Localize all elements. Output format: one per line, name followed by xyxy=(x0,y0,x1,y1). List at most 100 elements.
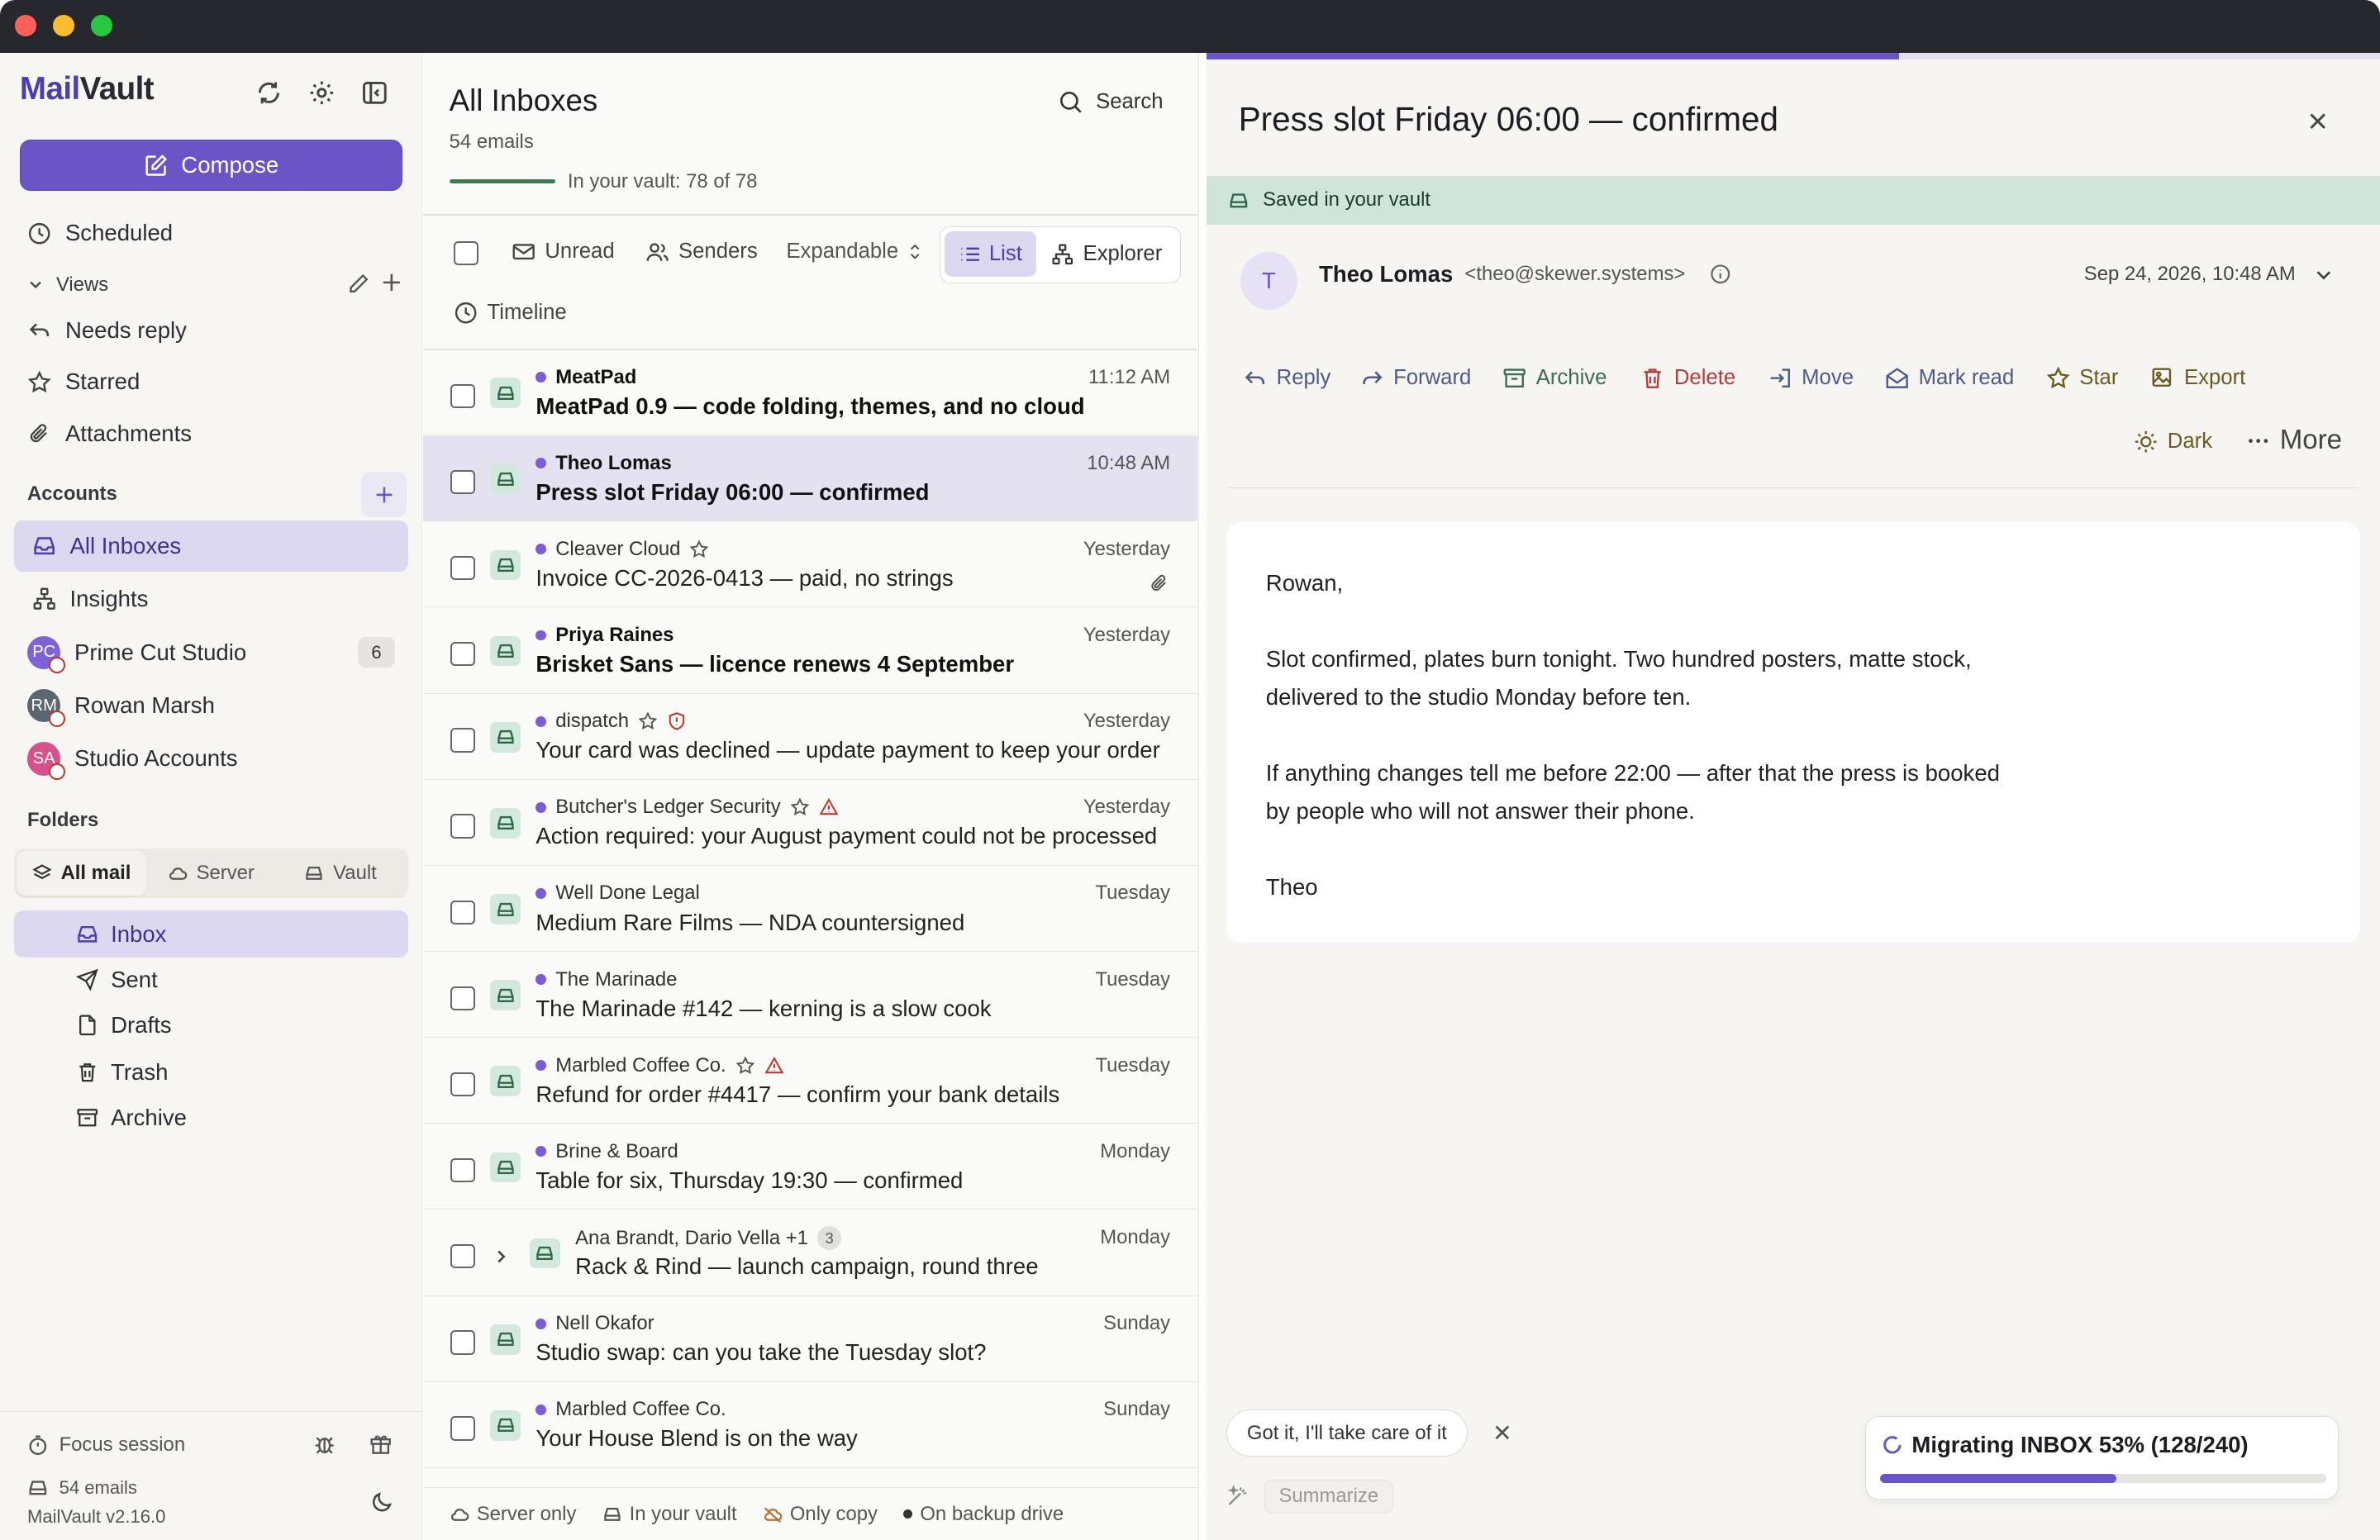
export-button[interactable]: Export xyxy=(2151,366,2245,390)
folder-trash[interactable]: Trash xyxy=(76,1059,168,1086)
add-view-icon[interactable] xyxy=(381,272,402,293)
row-checkbox[interactable] xyxy=(450,814,475,839)
view-explorer-button[interactable]: Explorer xyxy=(1051,231,1162,277)
minimize-window-button[interactable] xyxy=(53,15,74,37)
row-checkbox[interactable] xyxy=(450,642,475,667)
message-row[interactable]: Nell Okafor Studio swap: can you take the… xyxy=(423,1296,1198,1382)
folder-sent[interactable]: Sent xyxy=(75,967,158,993)
filter-unread[interactable]: Unread xyxy=(512,240,615,264)
row-checkbox[interactable] xyxy=(450,986,475,1011)
edit-views-icon[interactable] xyxy=(346,272,370,296)
tab-all-mail[interactable]: All mail xyxy=(17,851,146,896)
sidebar-account-prime-cut[interactable]: PC Prime Cut Studio xyxy=(27,635,246,674)
sidebar-account-studio-accounts[interactable]: SA Studio Accounts xyxy=(27,742,238,781)
sidebar-item-needs-reply[interactable]: Needs reply xyxy=(27,317,187,344)
folder-inbox[interactable]: Inbox xyxy=(76,921,166,948)
star-icon[interactable] xyxy=(689,539,709,559)
row-sender: Cleaver Cloud xyxy=(536,538,709,561)
sidebar-item-attachments[interactable]: Attachments xyxy=(27,421,192,447)
sidebar-item-starred[interactable]: Starred xyxy=(27,368,140,395)
maximize-window-button[interactable] xyxy=(91,15,112,37)
sidebar-item-all-inboxes[interactable]: All Inboxes xyxy=(32,533,181,559)
chevron-down-icon[interactable] xyxy=(2313,264,2335,286)
row-subject: Brisket Sans — licence renews 4 Septembe… xyxy=(536,651,1015,677)
view-list-button[interactable]: List xyxy=(945,231,1036,278)
row-checkbox[interactable] xyxy=(450,383,475,409)
star-button[interactable]: Star xyxy=(2046,366,2118,390)
message-row[interactable]: The Marinade The Marinade #142 — kerning … xyxy=(423,953,1198,1039)
row-subject: Invoice CC-2026-0413 — paid, no strings xyxy=(536,564,954,591)
info-icon[interactable] xyxy=(1709,263,1732,286)
row-checkbox[interactable] xyxy=(450,728,475,753)
folder-label: Drafts xyxy=(111,1012,172,1039)
sender-name: Ana Brandt, Dario Vella +1 xyxy=(575,1226,808,1249)
sidebar-account-rowan-marsh[interactable]: RM Rowan Marsh xyxy=(27,688,215,727)
message-row[interactable]: dispatch Your card was declined — update … xyxy=(423,694,1198,780)
star-icon[interactable] xyxy=(790,797,810,817)
chevron-right-icon[interactable] xyxy=(492,1244,510,1263)
tab-server[interactable]: Server xyxy=(146,851,276,895)
folder-source-tabs: All mail Server Vault xyxy=(13,848,409,899)
sender-name[interactable]: Theo Lomas xyxy=(1319,261,1453,288)
search-label: Search xyxy=(1096,90,1164,114)
views-header[interactable]: Views xyxy=(27,273,108,297)
message-row[interactable]: Marbled Coffee Co. Refund for order #4417… xyxy=(423,1039,1198,1124)
expandable-select[interactable]: Expandable xyxy=(786,240,922,264)
add-account-button[interactable] xyxy=(361,472,407,518)
message-row[interactable]: Theo Lomas Press slot Friday 06:00 — conf… xyxy=(423,436,1198,522)
refresh-icon[interactable] xyxy=(254,78,284,108)
warning-icon xyxy=(764,1056,784,1076)
row-checkbox[interactable] xyxy=(450,469,475,495)
sidebar-item-scheduled[interactable]: Scheduled xyxy=(27,220,173,246)
row-checkbox[interactable] xyxy=(450,900,475,924)
forward-button[interactable]: Forward xyxy=(1360,366,1471,390)
compose-button[interactable]: Compose xyxy=(19,139,402,192)
search-button[interactable]: Search xyxy=(1058,89,1164,115)
row-checkbox[interactable] xyxy=(450,1416,475,1441)
filter-senders[interactable]: Senders xyxy=(645,240,758,264)
row-checkbox[interactable] xyxy=(450,555,475,581)
message-row[interactable]: Well Done Legal Medium Rare Films — NDA c… xyxy=(423,867,1198,952)
folder-archive[interactable]: Archive xyxy=(76,1105,187,1131)
message-row[interactable]: Butcher's Ledger Security Action required… xyxy=(423,780,1198,866)
focus-session-button[interactable]: Focus session xyxy=(27,1433,185,1457)
mark-read-button[interactable]: Mark read xyxy=(1885,366,2014,390)
message-row[interactable]: Cleaver Cloud Invoice CC-2026-0413 — paid… xyxy=(423,522,1198,608)
close-icon[interactable] xyxy=(2306,109,2330,133)
bug-icon[interactable] xyxy=(312,1432,336,1456)
tab-vault[interactable]: Vault xyxy=(276,851,406,895)
message-row[interactable]: Ana Brandt, Dario Vella +1 3 Rack & Rind —… xyxy=(423,1210,1198,1296)
reply-button[interactable]: Reply xyxy=(1243,366,1330,390)
select-all-checkbox[interactable] xyxy=(454,241,478,266)
move-button[interactable]: Move xyxy=(1768,366,1854,390)
legend-label: Only copy xyxy=(789,1502,878,1525)
gift-icon[interactable] xyxy=(369,1432,393,1456)
star-icon[interactable] xyxy=(638,711,658,731)
message-row[interactable]: MeatPad MeatPad 0.9 — code folding, theme… xyxy=(423,350,1198,436)
message-row[interactable]: Brine & Board Table for six, Thursday 19:… xyxy=(423,1124,1198,1210)
row-checkbox[interactable] xyxy=(450,1157,475,1183)
delete-button[interactable]: Delete xyxy=(1640,366,1735,390)
view-timeline[interactable]: Timeline xyxy=(454,301,567,325)
moon-icon[interactable] xyxy=(370,1490,394,1514)
message-row[interactable]: Marbled Coffee Co. Your House Blend is on… xyxy=(423,1382,1198,1468)
row-checkbox[interactable] xyxy=(450,1330,475,1355)
sidebar-item-insights[interactable]: Insights xyxy=(32,586,148,612)
folder-drafts[interactable]: Drafts xyxy=(76,1012,172,1039)
row-checkbox[interactable] xyxy=(450,1072,475,1097)
close-window-button[interactable] xyxy=(15,15,37,37)
more-button[interactable]: More xyxy=(2246,425,2342,456)
dismiss-suggestion-icon[interactable] xyxy=(1492,1422,1513,1443)
star-icon[interactable] xyxy=(735,1056,755,1076)
row-checkbox[interactable] xyxy=(450,1244,475,1269)
collapse-sidebar-icon[interactable] xyxy=(359,78,390,108)
row-sender: Well Done Legal xyxy=(536,882,700,905)
gear-icon[interactable] xyxy=(307,78,337,108)
archive-button[interactable]: Archive xyxy=(1502,366,1606,390)
message-row[interactable]: Priya Raines Brisket Sans — licence renew… xyxy=(423,608,1198,694)
dark-mode-button[interactable]: Dark xyxy=(2134,430,2212,454)
vault-drive-icon xyxy=(603,1507,621,1521)
vault-drive-icon xyxy=(1230,192,1248,207)
suggested-reply-chip[interactable]: Got it, I'll take care of it xyxy=(1226,1409,1468,1457)
summarize-button[interactable]: Summarize xyxy=(1264,1479,1393,1514)
